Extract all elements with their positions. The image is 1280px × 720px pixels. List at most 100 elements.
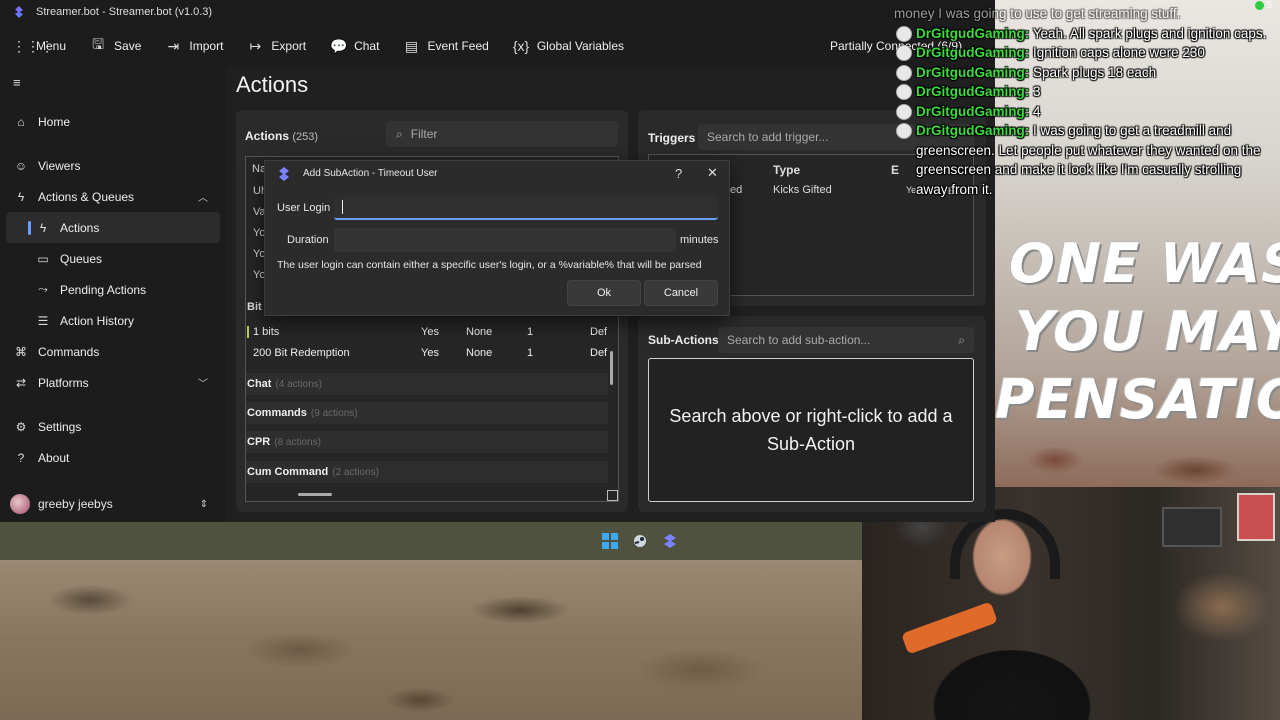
sidebar-item-home[interactable]: ⌂ Home	[0, 106, 226, 137]
trigger-row-type[interactable]: Kicks Gifted	[773, 184, 832, 196]
sidebar: ≡ ⌂ Home ☺ Viewers ϟ Actions & Queues ︿ …	[0, 68, 226, 522]
platforms-icon: ⇄	[15, 375, 27, 390]
column-header-type[interactable]: Type	[773, 163, 800, 177]
group-count: (4 actions)	[275, 378, 323, 390]
subactions-heading: Sub-Actions	[648, 333, 719, 347]
chat-button[interactable]: 💬 Chat	[330, 38, 379, 55]
horizontal-scrollbar[interactable]	[298, 493, 332, 496]
sidebar-item-platforms[interactable]: ⇄ Platforms ﹀	[0, 367, 226, 398]
sidebar-toggle-button[interactable]: ≡	[0, 68, 226, 96]
group-header-cpr[interactable]: CPR (8 actions)	[246, 431, 608, 453]
save-label: Save	[114, 39, 142, 53]
group-name: CPR	[247, 436, 271, 448]
streamerbot-taskbar-icon[interactable]	[662, 533, 678, 549]
sidebar-item-label: Pending Actions	[60, 282, 147, 297]
help-icon: ?	[17, 450, 25, 465]
sidebar-item-actions[interactable]: ϟ Actions	[6, 212, 220, 243]
group-header-bits[interactable]: Bit	[247, 301, 262, 313]
close-icon[interactable]: ✕	[707, 165, 718, 181]
actions-count: (253)	[292, 131, 319, 143]
command-icon: ⌘	[15, 344, 27, 359]
variables-icon: {x}	[512, 38, 530, 54]
search-icon: ⌕	[396, 126, 403, 141]
row-triggers: 1	[527, 347, 534, 359]
subaction-search-input[interactable]: Search to add sub-action... ⌕	[718, 327, 974, 353]
sidebar-item-label: Actions	[60, 220, 100, 235]
windows-start-icon[interactable]	[602, 533, 618, 549]
table-row[interactable]: 1 bits Yes None 1 Def	[246, 323, 608, 343]
sidebar-item-about[interactable]: ? About	[0, 442, 226, 473]
titlebar: Streamer.bot - Streamer.bot (v1.0.3)	[0, 0, 995, 24]
sidebar-item-viewers[interactable]: ☺ Viewers	[0, 150, 226, 181]
gear-icon: ⚙	[15, 419, 27, 434]
sidebar-item-queues[interactable]: ▭ Queues	[0, 243, 226, 274]
help-icon[interactable]: ?	[675, 166, 682, 181]
chat-label: Chat	[354, 39, 380, 53]
sidebar-item-settings[interactable]: ⚙ Settings	[0, 411, 226, 442]
live-dot-icon	[1255, 1, 1265, 10]
chat-message: DrGitgudGaming: I was going to get a tre…	[894, 121, 1276, 199]
sidebar-item-label: Viewers	[38, 158, 81, 173]
sidebar-item-pending-actions[interactable]: ⤳ Pending Actions	[0, 274, 226, 305]
duration-input[interactable]	[334, 228, 676, 252]
chat-message: DrGitgudGaming: 3	[894, 82, 1276, 102]
import-icon: ⇥	[167, 37, 180, 54]
actions-heading-label: Actions	[245, 129, 290, 143]
chat-message: DrGitgudGaming: 4	[894, 102, 1276, 122]
export-icon: ↦	[249, 37, 262, 54]
group-header-commands[interactable]: Commands (9 actions)	[246, 402, 608, 424]
resize-handle[interactable]	[607, 490, 618, 501]
group-count: (2 actions)	[332, 466, 379, 478]
row-queue: None	[466, 347, 493, 359]
filter-placeholder: Filter	[410, 127, 438, 141]
sidebar-item-commands[interactable]: ⌘ Commands	[0, 336, 226, 367]
global-variables-button[interactable]: {x} Global Variables	[513, 38, 624, 54]
sign-line: YOU MAY	[1015, 300, 1280, 363]
sidebar-item-actions-queues[interactable]: ϟ Actions & Queues ︿	[0, 181, 226, 212]
subactions-empty-area[interactable]: Search above or right-click to add a Sub…	[648, 358, 974, 502]
user-login-label: User Login	[277, 202, 331, 214]
row-name: 1 bits	[253, 326, 280, 338]
sidebar-item-action-history[interactable]: ☰ Action History	[0, 305, 226, 336]
user-account-row[interactable]: greeby jeebys ⇕	[0, 492, 226, 516]
vertical-scrollbar[interactable]	[610, 351, 613, 385]
group-name: Chat	[247, 378, 272, 390]
event-feed-button[interactable]: ▤ Event Feed	[403, 38, 489, 55]
streamerbot-logo-icon	[14, 5, 24, 19]
sidebar-item-label: About	[38, 450, 70, 465]
text-caret	[342, 200, 343, 214]
group-count: (9 actions)	[310, 407, 358, 419]
viewer-count-badge: 5	[1255, 0, 1272, 11]
global-variables-label: Global Variables	[536, 39, 624, 53]
hamburger-icon: ≡	[13, 74, 21, 90]
user-login-input[interactable]	[334, 196, 718, 220]
menu-label: Menu	[36, 39, 67, 53]
menu-button[interactable]: ⋮⋮⋮ Menu	[12, 38, 66, 55]
steam-icon[interactable]	[632, 533, 648, 549]
group-header-chat[interactable]: Chat (4 actions)	[246, 373, 608, 395]
group-header-cum-command[interactable]: Cum Command (2 actions)	[246, 461, 608, 483]
save-button[interactable]: 🖫 Save	[90, 34, 141, 58]
dialog-hint: The user login can contain either a spec…	[277, 259, 702, 271]
chat-message: money I was going to use to get streamin…	[894, 4, 1276, 24]
cancel-button[interactable]: Cancel	[644, 280, 718, 306]
export-button[interactable]: ↦ Export	[247, 37, 307, 55]
row-group: Def	[590, 326, 608, 338]
shelf-monitor	[1162, 507, 1222, 547]
ok-button[interactable]: Ok	[567, 280, 641, 306]
chat-message: DrGitgudGaming: Ignition caps alone were…	[894, 43, 1276, 63]
table-row[interactable]: 200 Bit Redemption Yes None 1 Def	[246, 344, 608, 364]
chat-text: Spark plugs 18 each	[1033, 64, 1157, 80]
history-icon: ☰	[37, 313, 49, 328]
sidebar-item-label: Commands	[38, 344, 100, 359]
save-icon: 🖫	[92, 36, 104, 52]
grid-menu-icon: ⋮⋮⋮	[12, 37, 54, 54]
chevron-up-icon: ︿	[198, 193, 208, 204]
import-button[interactable]: ⇥ Import	[165, 37, 224, 55]
trigger-search-placeholder: Search to add trigger...	[707, 130, 829, 144]
group-name: Cum Command	[247, 466, 329, 478]
row-enabled: Yes	[421, 347, 439, 359]
chat-username: DrGitgudGaming:	[916, 103, 1030, 119]
filter-input[interactable]: ⌕ Filter	[386, 121, 618, 147]
chat-text: 4	[1033, 103, 1041, 119]
